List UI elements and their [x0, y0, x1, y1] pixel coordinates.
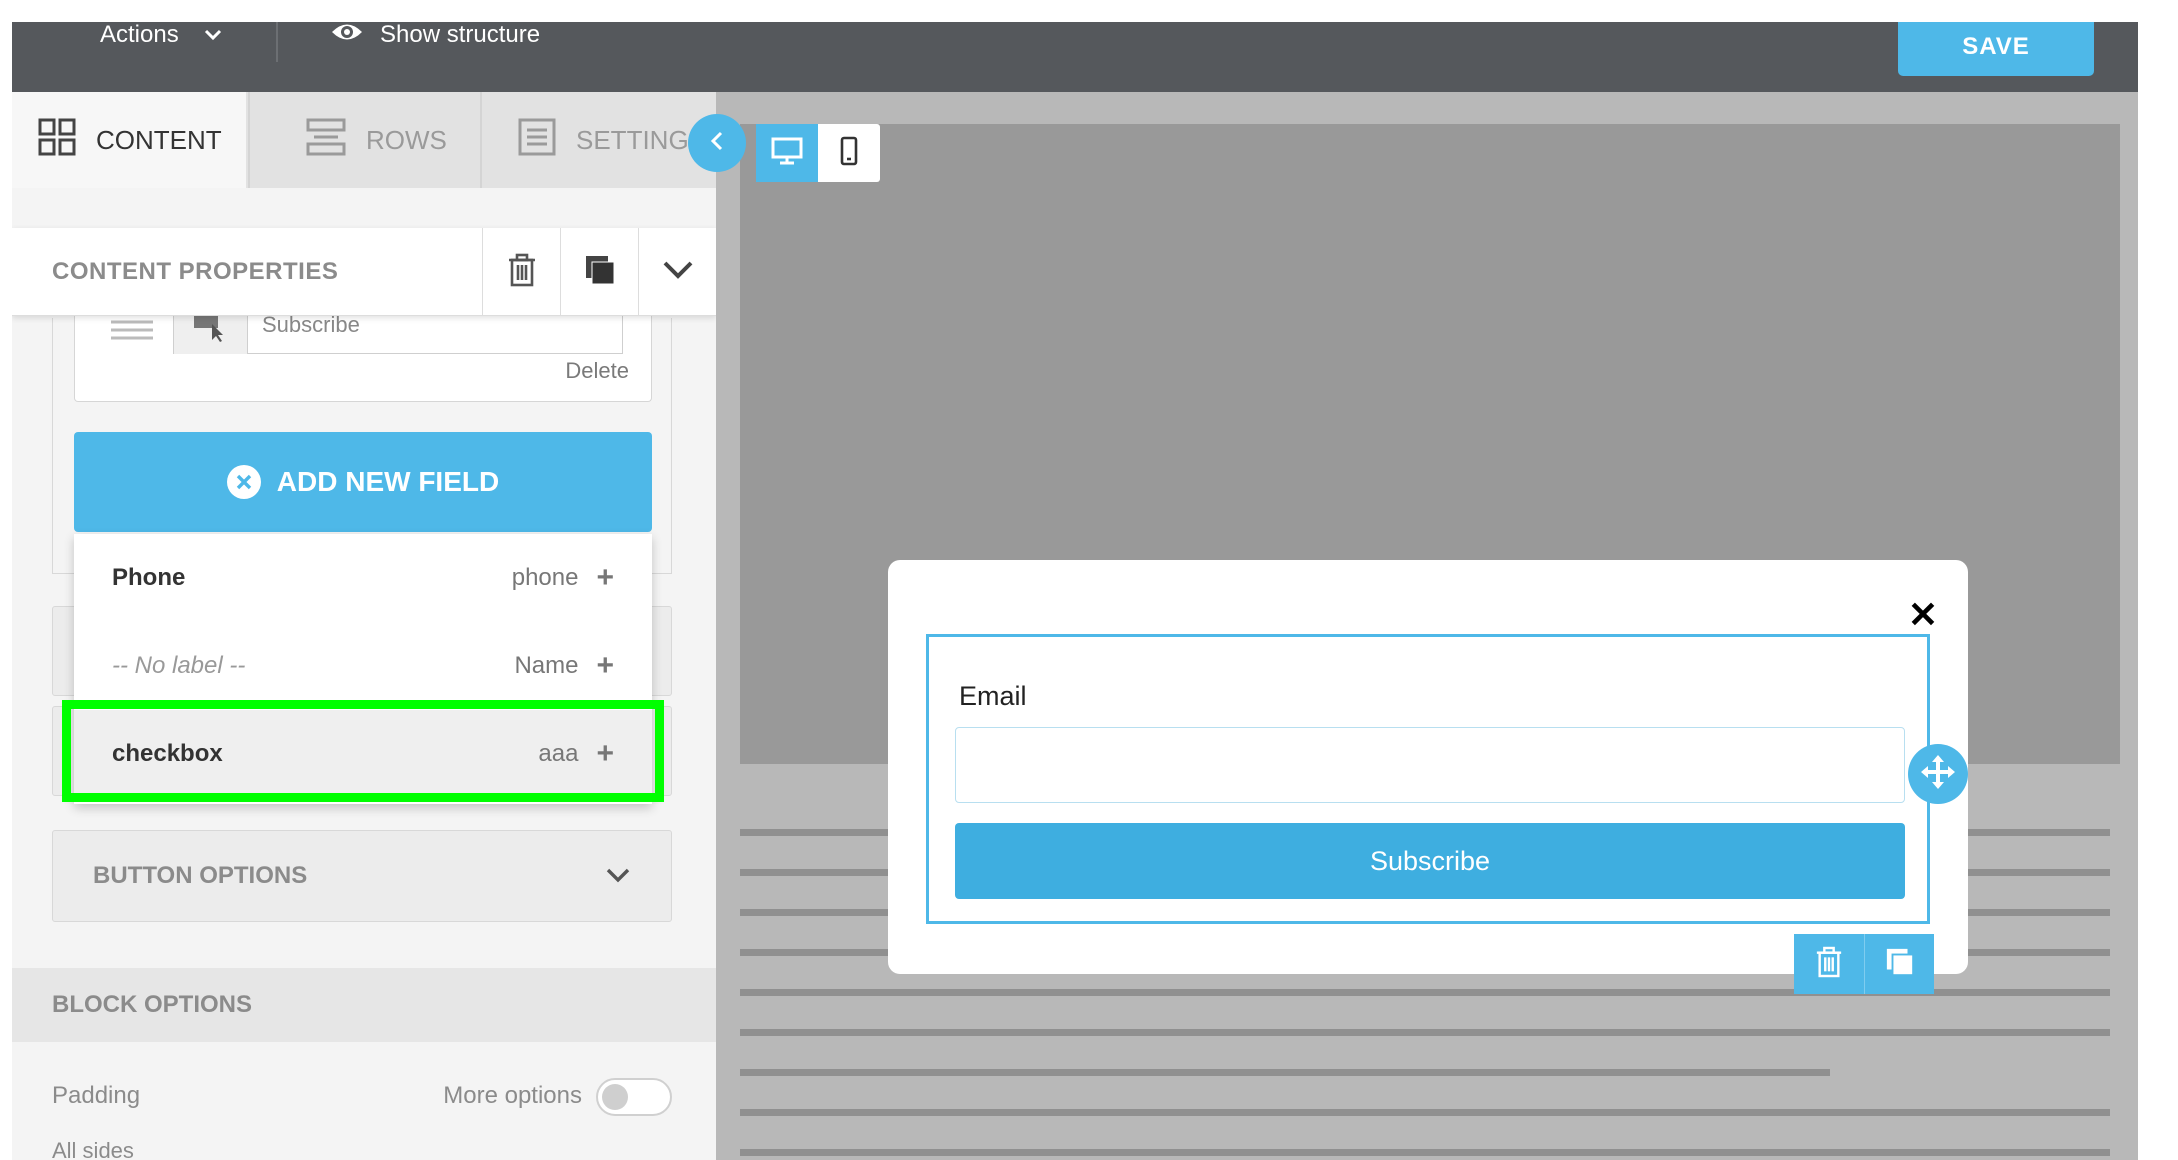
text-line	[740, 1149, 2110, 1156]
all-sides-label: All sides	[52, 1138, 134, 1160]
drag-handle-icon[interactable]	[109, 318, 155, 347]
button-cursor-icon	[192, 316, 228, 347]
trash-icon	[507, 253, 537, 292]
padding-row: Padding More options	[52, 1078, 672, 1122]
tab-content[interactable]: CONTENT	[12, 92, 246, 188]
plus-icon[interactable]: +	[596, 649, 614, 683]
add-new-field-label: ADD NEW FIELD	[276, 466, 500, 497]
dropdown-item-phone[interactable]: Phone phone +	[74, 534, 652, 622]
block-toolbar	[1794, 934, 1934, 994]
duplicate-content-button[interactable]	[1864, 934, 1934, 994]
desktop-icon	[771, 137, 803, 170]
delete-field-link[interactable]: Delete	[565, 358, 629, 384]
tab-rows-label: ROWS	[366, 124, 447, 155]
button-options-section[interactable]: BUTTON OPTIONS	[52, 830, 672, 922]
delete-content-button[interactable]	[1794, 934, 1864, 994]
duplicate-block-button[interactable]	[560, 228, 638, 316]
email-input[interactable]	[955, 727, 1905, 803]
chevron-down-icon	[203, 22, 223, 49]
grid-icon	[38, 118, 76, 163]
text-line	[740, 1109, 2110, 1116]
app-window: Actions Show structure SAVE CONTENT ROWS…	[12, 22, 2138, 1160]
topbar-divider	[276, 22, 278, 62]
show-structure-label: Show structure	[380, 22, 541, 48]
top-bar: Actions Show structure SAVE	[12, 22, 2138, 92]
popup-form: ✕ Email Subscribe	[888, 560, 1968, 974]
rows-icon	[306, 118, 346, 163]
dropdown-item-no-label[interactable]: -- No label -- Name +	[74, 622, 652, 710]
collapse-sidebar-button[interactable]	[688, 114, 746, 172]
more-options-toggle[interactable]	[596, 1078, 672, 1116]
add-circle-icon	[226, 465, 261, 499]
dropdown-item-value: Name	[514, 652, 579, 679]
plus-icon[interactable]: +	[596, 561, 614, 595]
move-block-handle[interactable]	[1908, 744, 1968, 804]
show-structure-toggle[interactable]: Show structure	[330, 22, 540, 48]
actions-label: Actions	[100, 22, 179, 48]
desktop-preview-button[interactable]	[756, 124, 818, 182]
chevron-down-icon	[605, 862, 631, 890]
content-properties-header: CONTENT PROPERTIES	[12, 228, 716, 316]
mobile-preview-button[interactable]	[818, 124, 880, 182]
form-block[interactable]: Email Subscribe	[926, 634, 1930, 924]
dropdown-item-label: Phone	[112, 564, 186, 591]
actions-menu[interactable]: Actions	[100, 22, 223, 48]
collapse-properties-button[interactable]	[638, 228, 716, 316]
editor-canvas: ✕ Email Subscribe	[716, 92, 2138, 1160]
save-button[interactable]: SAVE	[1898, 22, 2094, 76]
field-label-input[interactable]: Subscribe	[173, 312, 623, 354]
close-icon[interactable]: ✕	[1908, 594, 1938, 636]
trash-icon	[1815, 946, 1843, 983]
tab-rows[interactable]: ROWS	[248, 92, 480, 188]
duplicate-icon	[584, 254, 616, 291]
add-new-field-button[interactable]: ADD NEW FIELD	[74, 432, 652, 532]
text-line	[740, 1029, 2110, 1036]
block-options-header: BLOCK OPTIONS	[12, 968, 716, 1042]
chevron-left-icon	[710, 130, 724, 157]
dropdown-item-value: phone	[511, 564, 579, 591]
content-properties-title: CONTENT PROPERTIES	[52, 258, 339, 285]
sidebar-tabs: CONTENT ROWS SETTINGS	[12, 92, 716, 188]
sidebar: CONTENT ROWS SETTINGS CONTENT PROPERTIES	[12, 92, 716, 1160]
mobile-icon	[840, 136, 858, 171]
button-options-label: BUTTON OPTIONS	[93, 862, 308, 889]
device-preview-toggle	[756, 124, 880, 182]
tab-settings[interactable]: SETTINGS	[480, 92, 716, 188]
chevron-down-icon	[662, 260, 694, 285]
more-options-label: More options	[443, 1082, 582, 1109]
text-line	[740, 1069, 1830, 1076]
highlight-box	[62, 700, 664, 802]
padding-label: Padding	[52, 1082, 141, 1109]
subscribe-button[interactable]: Subscribe	[955, 823, 1905, 899]
dropdown-item-label: -- No label --	[112, 652, 246, 679]
duplicate-icon	[1885, 947, 1915, 982]
tab-settings-label: SETTINGS	[576, 124, 707, 155]
move-icon	[1919, 753, 1957, 796]
delete-block-button[interactable]	[482, 228, 560, 316]
field-item: Subscribe Delete	[74, 312, 652, 402]
field-type-cell	[174, 316, 248, 354]
document-icon	[518, 118, 556, 163]
eye-icon	[330, 22, 364, 50]
tab-content-label: CONTENT	[96, 124, 222, 155]
toggle-knob	[602, 1084, 628, 1110]
email-label: Email	[959, 681, 1027, 711]
